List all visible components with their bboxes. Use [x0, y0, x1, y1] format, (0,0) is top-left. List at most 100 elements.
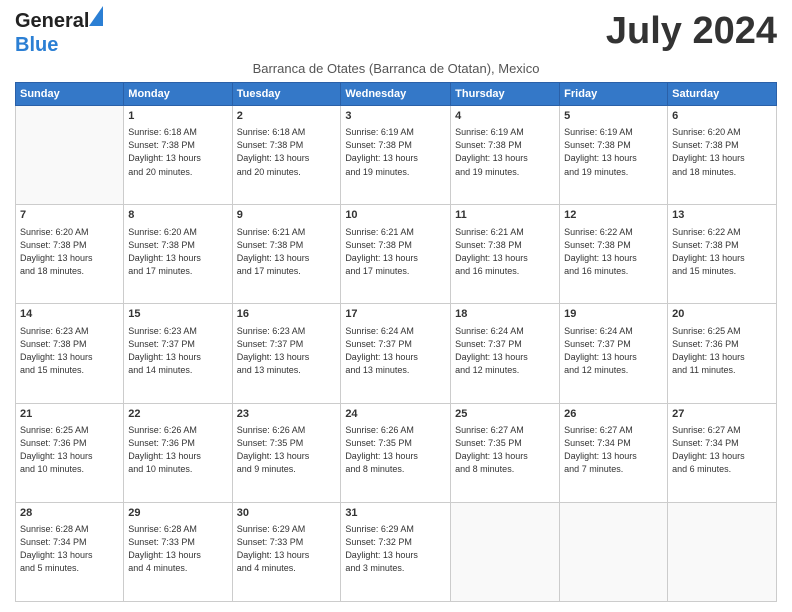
list-item: 11 Sunrise: 6:21 AM Sunset: 7:38 PM Dayli…	[451, 205, 560, 304]
day-info: Sunrise: 6:18 AM Sunset: 7:38 PM Dayligh…	[237, 126, 337, 178]
list-item: 5Sunrise: 6:19 AM Sunset: 7:38 PM Daylig…	[560, 106, 668, 205]
day-info: Sunrise: 6:29 AM Sunset: 7:33 PM Dayligh…	[237, 523, 337, 575]
list-item: 9 Sunrise: 6:21 AM Sunset: 7:38 PM Daylig…	[232, 205, 341, 304]
list-item: 28Sunrise: 6:28 AM Sunset: 7:34 PM Dayli…	[16, 502, 124, 601]
list-item: 18 Sunrise: 6:24 AM Sunset: 7:37 PM Dayli…	[451, 304, 560, 403]
day-number: 2	[237, 109, 337, 124]
day-info: Sunrise: 6:26 AM Sunset: 7:35 PM Dayligh…	[345, 424, 446, 476]
list-item: 13 Sunrise: 6:22 AM Sunset: 7:38 PM Dayli…	[668, 205, 777, 304]
list-item: 10 Sunrise: 6:21 AM Sunset: 7:38 PM Dayli…	[341, 205, 451, 304]
month-title: July 2024	[606, 10, 777, 53]
day-number: 1	[128, 109, 227, 124]
day-info: Sunrise: 6:18 AM Sunset: 7:38 PM Dayligh…	[128, 126, 227, 178]
table-row: 7 Sunrise: 6:20 AM Sunset: 7:38 PM Daylig…	[16, 205, 777, 304]
day-info: Sunrise: 6:21 AM Sunset: 7:38 PM Dayligh…	[455, 226, 555, 278]
day-number: 7	[20, 208, 119, 223]
day-number: 8	[128, 208, 227, 223]
day-number: 17	[345, 307, 446, 322]
list-item	[451, 502, 560, 601]
day-info: Sunrise: 6:19 AM Sunset: 7:38 PM Dayligh…	[455, 126, 555, 178]
day-info: Sunrise: 6:24 AM Sunset: 7:37 PM Dayligh…	[455, 325, 555, 377]
table-row: 1 Sunrise: 6:18 AM Sunset: 7:38 PM Daylig…	[16, 106, 777, 205]
day-number: 4	[455, 109, 555, 124]
day-number: 26	[564, 407, 663, 422]
logo-triangle-icon	[89, 6, 103, 26]
day-number: 9	[237, 208, 337, 223]
day-info: Sunrise: 6:25 AM Sunset: 7:36 PM Dayligh…	[20, 424, 119, 476]
title-section: July 2024	[606, 10, 777, 53]
location-title: Barranca de Otates (Barranca de Otatan),…	[15, 61, 777, 76]
list-item: 12 Sunrise: 6:22 AM Sunset: 7:38 PM Dayli…	[560, 205, 668, 304]
list-item: 4 Sunrise: 6:19 AM Sunset: 7:38 PM Daylig…	[451, 106, 560, 205]
col-saturday: Saturday	[668, 83, 777, 106]
day-info: Sunrise: 6:23 AM Sunset: 7:37 PM Dayligh…	[237, 325, 337, 377]
col-wednesday: Wednesday	[341, 83, 451, 106]
day-number: 18	[455, 307, 555, 322]
col-thursday: Thursday	[451, 83, 560, 106]
day-number: 19	[564, 307, 663, 322]
list-item: 15 Sunrise: 6:23 AM Sunset: 7:37 PM Dayli…	[124, 304, 232, 403]
list-item	[560, 502, 668, 601]
day-number: 12	[564, 208, 663, 223]
day-info: Sunrise: 6:23 AM Sunset: 7:37 PM Dayligh…	[128, 325, 227, 377]
list-item	[668, 502, 777, 601]
list-item: 17 Sunrise: 6:24 AM Sunset: 7:37 PM Dayli…	[341, 304, 451, 403]
day-number: 22	[128, 407, 227, 422]
list-item: 7 Sunrise: 6:20 AM Sunset: 7:38 PM Daylig…	[16, 205, 124, 304]
list-item	[16, 106, 124, 205]
day-info: Sunrise: 6:20 AM Sunset: 7:38 PM Dayligh…	[20, 226, 119, 278]
header: General Blue July 2024	[15, 10, 777, 57]
day-number: 5	[564, 109, 663, 124]
list-item: 22 Sunrise: 6:26 AM Sunset: 7:36 PM Dayli…	[124, 403, 232, 502]
list-item: 19Sunrise: 6:24 AM Sunset: 7:37 PM Dayli…	[560, 304, 668, 403]
day-number: 31	[345, 506, 446, 521]
day-info: Sunrise: 6:22 AM Sunset: 7:38 PM Dayligh…	[564, 226, 663, 278]
list-item: 16 Sunrise: 6:23 AM Sunset: 7:37 PM Dayli…	[232, 304, 341, 403]
list-item: 31 Sunrise: 6:29 AM Sunset: 7:32 PM Dayli…	[341, 502, 451, 601]
logo-blue: Blue	[15, 34, 58, 56]
logo: General Blue	[15, 10, 89, 57]
table-row: 21 Sunrise: 6:25 AM Sunset: 7:36 PM Dayli…	[16, 403, 777, 502]
day-info: Sunrise: 6:24 AM Sunset: 7:37 PM Dayligh…	[345, 325, 446, 377]
day-info: Sunrise: 6:25 AM Sunset: 7:36 PM Dayligh…	[672, 325, 772, 377]
day-info: Sunrise: 6:27 AM Sunset: 7:34 PM Dayligh…	[564, 424, 663, 476]
calendar-table: Sunday Monday Tuesday Wednesday Thursday…	[15, 82, 777, 602]
day-number: 11	[455, 208, 555, 223]
list-item: 30Sunrise: 6:29 AM Sunset: 7:33 PM Dayli…	[232, 502, 341, 601]
list-item: 23Sunrise: 6:26 AM Sunset: 7:35 PM Dayli…	[232, 403, 341, 502]
day-number: 14	[20, 307, 119, 322]
day-info: Sunrise: 6:21 AM Sunset: 7:38 PM Dayligh…	[345, 226, 446, 278]
list-item: 26 Sunrise: 6:27 AM Sunset: 7:34 PM Dayli…	[560, 403, 668, 502]
day-info: Sunrise: 6:26 AM Sunset: 7:35 PM Dayligh…	[237, 424, 337, 476]
day-number: 13	[672, 208, 772, 223]
day-number: 20	[672, 307, 772, 322]
col-sunday: Sunday	[16, 83, 124, 106]
list-item: 20 Sunrise: 6:25 AM Sunset: 7:36 PM Dayli…	[668, 304, 777, 403]
day-info: Sunrise: 6:28 AM Sunset: 7:34 PM Dayligh…	[20, 523, 119, 575]
col-monday: Monday	[124, 83, 232, 106]
day-info: Sunrise: 6:22 AM Sunset: 7:38 PM Dayligh…	[672, 226, 772, 278]
day-number: 10	[345, 208, 446, 223]
day-info: Sunrise: 6:29 AM Sunset: 7:32 PM Dayligh…	[345, 523, 446, 575]
day-info: Sunrise: 6:21 AM Sunset: 7:38 PM Dayligh…	[237, 226, 337, 278]
day-info: Sunrise: 6:23 AM Sunset: 7:38 PM Dayligh…	[20, 325, 119, 377]
day-info: Sunrise: 6:26 AM Sunset: 7:36 PM Dayligh…	[128, 424, 227, 476]
day-number: 16	[237, 307, 337, 322]
day-number: 29	[128, 506, 227, 521]
list-item: 25Sunrise: 6:27 AM Sunset: 7:35 PM Dayli…	[451, 403, 560, 502]
day-info: Sunrise: 6:19 AM Sunset: 7:38 PM Dayligh…	[345, 126, 446, 178]
day-number: 6	[672, 109, 772, 124]
day-number: 24	[345, 407, 446, 422]
logo-general: General	[15, 10, 89, 32]
header-row: Sunday Monday Tuesday Wednesday Thursday…	[16, 83, 777, 106]
day-number: 21	[20, 407, 119, 422]
list-item: 1 Sunrise: 6:18 AM Sunset: 7:38 PM Daylig…	[124, 106, 232, 205]
table-row: 14 Sunrise: 6:23 AM Sunset: 7:38 PM Dayli…	[16, 304, 777, 403]
day-number: 3	[345, 109, 446, 124]
day-info: Sunrise: 6:27 AM Sunset: 7:35 PM Dayligh…	[455, 424, 555, 476]
list-item: 21 Sunrise: 6:25 AM Sunset: 7:36 PM Dayli…	[16, 403, 124, 502]
day-number: 15	[128, 307, 227, 322]
list-item: 3 Sunrise: 6:19 AM Sunset: 7:38 PM Daylig…	[341, 106, 451, 205]
table-row: 28Sunrise: 6:28 AM Sunset: 7:34 PM Dayli…	[16, 502, 777, 601]
day-info: Sunrise: 6:20 AM Sunset: 7:38 PM Dayligh…	[672, 126, 772, 178]
